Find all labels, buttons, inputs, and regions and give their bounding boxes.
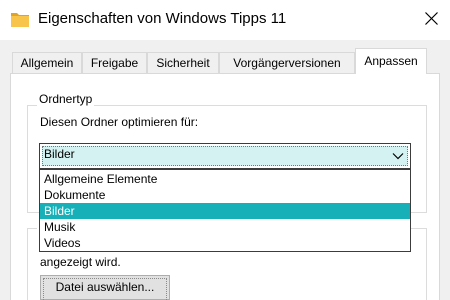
title-bar: Eigenschaften von Windows Tipps 11 bbox=[0, 0, 450, 40]
folder-icon bbox=[11, 13, 29, 27]
dropdown-option-allgemeine-elemente[interactable]: Allgemeine Elemente bbox=[40, 171, 410, 187]
dropdown-option-bilder[interactable]: Bilder bbox=[40, 203, 410, 219]
dropdown-option-videos[interactable]: Videos bbox=[40, 235, 410, 251]
tab-anpassen[interactable]: Anpassen bbox=[355, 48, 427, 74]
window-title: Eigenschaften von Windows Tipps 11 bbox=[38, 10, 287, 27]
button-focus-rect bbox=[43, 278, 167, 300]
tab-strip: Allgemein Freigabe Sicherheit Vorgängerv… bbox=[0, 40, 450, 74]
optimize-for-label: Diesen Ordner optimieren für: bbox=[40, 115, 199, 129]
dropdown-list: Allgemeine Elemente Dokumente Bilder Mus… bbox=[39, 169, 411, 252]
tab-vorgaengerversionen[interactable]: Vorgängerversionen bbox=[219, 52, 355, 73]
dropdown-option-musik[interactable]: Musik bbox=[40, 219, 410, 235]
chevron-down-icon bbox=[392, 153, 404, 160]
close-icon bbox=[425, 12, 438, 25]
close-button[interactable] bbox=[412, 0, 450, 38]
combo-focus-area bbox=[42, 146, 408, 166]
optimize-for-dropdown[interactable]: Bilder bbox=[39, 143, 411, 169]
tab-allgemein[interactable]: Allgemein bbox=[12, 52, 82, 73]
folder-type-group-label: Ordnertyp bbox=[37, 92, 95, 106]
folder-picture-hint: angezeigt wird. bbox=[40, 255, 121, 269]
tab-sicherheit[interactable]: Sicherheit bbox=[147, 52, 219, 73]
dropdown-selected-value: Bilder bbox=[44, 147, 75, 161]
dropdown-option-dokumente[interactable]: Dokumente bbox=[40, 187, 410, 203]
tab-freigabe[interactable]: Freigabe bbox=[82, 52, 147, 73]
choose-file-button[interactable]: Datei auswählen... bbox=[40, 275, 170, 300]
